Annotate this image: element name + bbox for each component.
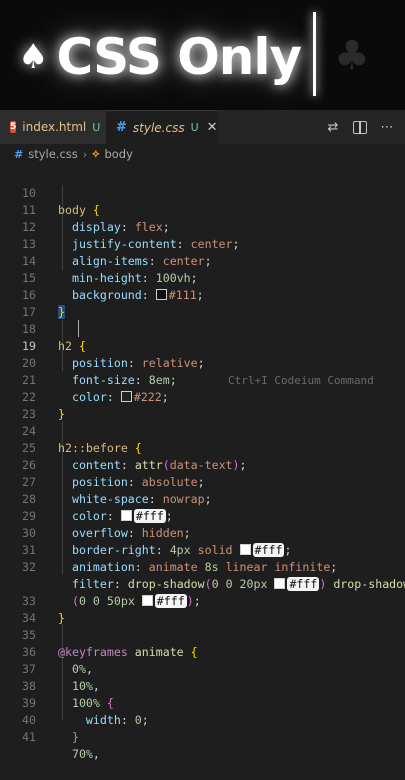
code-line: 33 } (0, 576, 405, 625)
editor-tab-bar: 5 index.html U # style.css U ✕ ⇄ ⋯ (0, 110, 405, 145)
video-title-banner: ♠ CSS Only ♣ (0, 0, 405, 110)
code-line: 25 content: attr(data-text); (0, 423, 405, 472)
code-line: 41 70%, (0, 712, 405, 761)
code-line: 14 min-height: 100vh; (0, 236, 405, 285)
tab-label: style.css (132, 120, 185, 135)
code-line: 22 } (0, 372, 405, 421)
code-line: 24 h2::before { (0, 406, 405, 455)
code-line-wrap: (0 0 50px #fff); (71, 594, 201, 608)
code-line: 12 justify-content: center; (0, 202, 405, 251)
code-line: 27 white-space: nowrap; (0, 457, 405, 506)
code-line: 30 border-right: 4px solid #fff; (0, 508, 405, 557)
code-line: 34 (0, 593, 405, 625)
code-line: 20 font-size: 8em; (0, 338, 405, 387)
hero-title: ♠ CSS Only (18, 22, 302, 92)
code-line: 15 background: #111; (0, 253, 405, 302)
editor-actions: ⇄ ⋯ (325, 110, 405, 144)
code-line: 13 align-items: center; (0, 219, 405, 268)
code-line: 18 h2 { (0, 304, 405, 353)
code-line: 31 animation: animate 8s linear infinite… (0, 525, 405, 574)
breadcrumb-symbol[interactable]: body (104, 147, 132, 161)
code-line: 36 0%, (0, 627, 405, 676)
code-line: 11 display: flex; (0, 185, 405, 234)
html-file-icon: 5 (10, 121, 17, 133)
chevron-right-icon: › (82, 147, 88, 161)
breadcrumb: # style.css › ⟡ body (0, 144, 405, 164)
split-editor-icon[interactable] (353, 120, 367, 134)
tab-index-html[interactable]: 5 index.html U (0, 110, 106, 144)
code-line: 26 position: absolute; (0, 440, 405, 489)
close-icon[interactable]: ✕ (207, 120, 218, 135)
code-editor[interactable]: 10 body { 11 display: flex; 12 justify-c… (0, 168, 405, 761)
code-line: 10 body { (0, 168, 405, 217)
club-icon: ♣ (334, 33, 370, 79)
source-control-icon[interactable]: ⇄ (325, 120, 341, 135)
typing-caret (313, 12, 316, 96)
more-icon[interactable]: ⋯ (379, 120, 395, 135)
code-line: 17 (0, 287, 405, 319)
code-line: 32 filter: drop-shadow(0 0 20px #fff) dr… (0, 542, 405, 591)
code-line: 21 color: #222; (0, 355, 405, 404)
code-line: 35 @keyframes animate { (0, 610, 405, 659)
git-untracked-badge: U (190, 121, 199, 134)
line-number: 41 (22, 730, 36, 744)
hero-title-text: CSS Only (56, 28, 302, 86)
git-untracked-badge: U (92, 120, 101, 134)
code-line: 39 width: 0; (0, 678, 405, 727)
code-line: 29 overflow: hidden; (0, 491, 405, 540)
css-file-icon: # (116, 120, 127, 135)
code-line: 37 10%, (0, 644, 405, 693)
code-line: 28 color: #fff; (0, 474, 405, 523)
code-line-current: 19 position: relative; Ctrl+I Codeium Co… (0, 321, 405, 387)
text-cursor (78, 320, 79, 337)
selector-symbol-icon: ⟡ (92, 147, 100, 160)
css-file-icon: # (14, 147, 24, 161)
code-line: 40 } (0, 695, 405, 744)
breadcrumb-file[interactable]: style.css (28, 147, 78, 161)
code-line: 23 (0, 389, 405, 421)
tab-style-css[interactable]: # style.css U ✕ (106, 110, 218, 144)
spade-icon: ♠ (18, 37, 49, 77)
code-line: 16 } (0, 270, 405, 319)
tab-label: index.html (22, 120, 87, 134)
code-line: 38 100% { (0, 661, 405, 710)
